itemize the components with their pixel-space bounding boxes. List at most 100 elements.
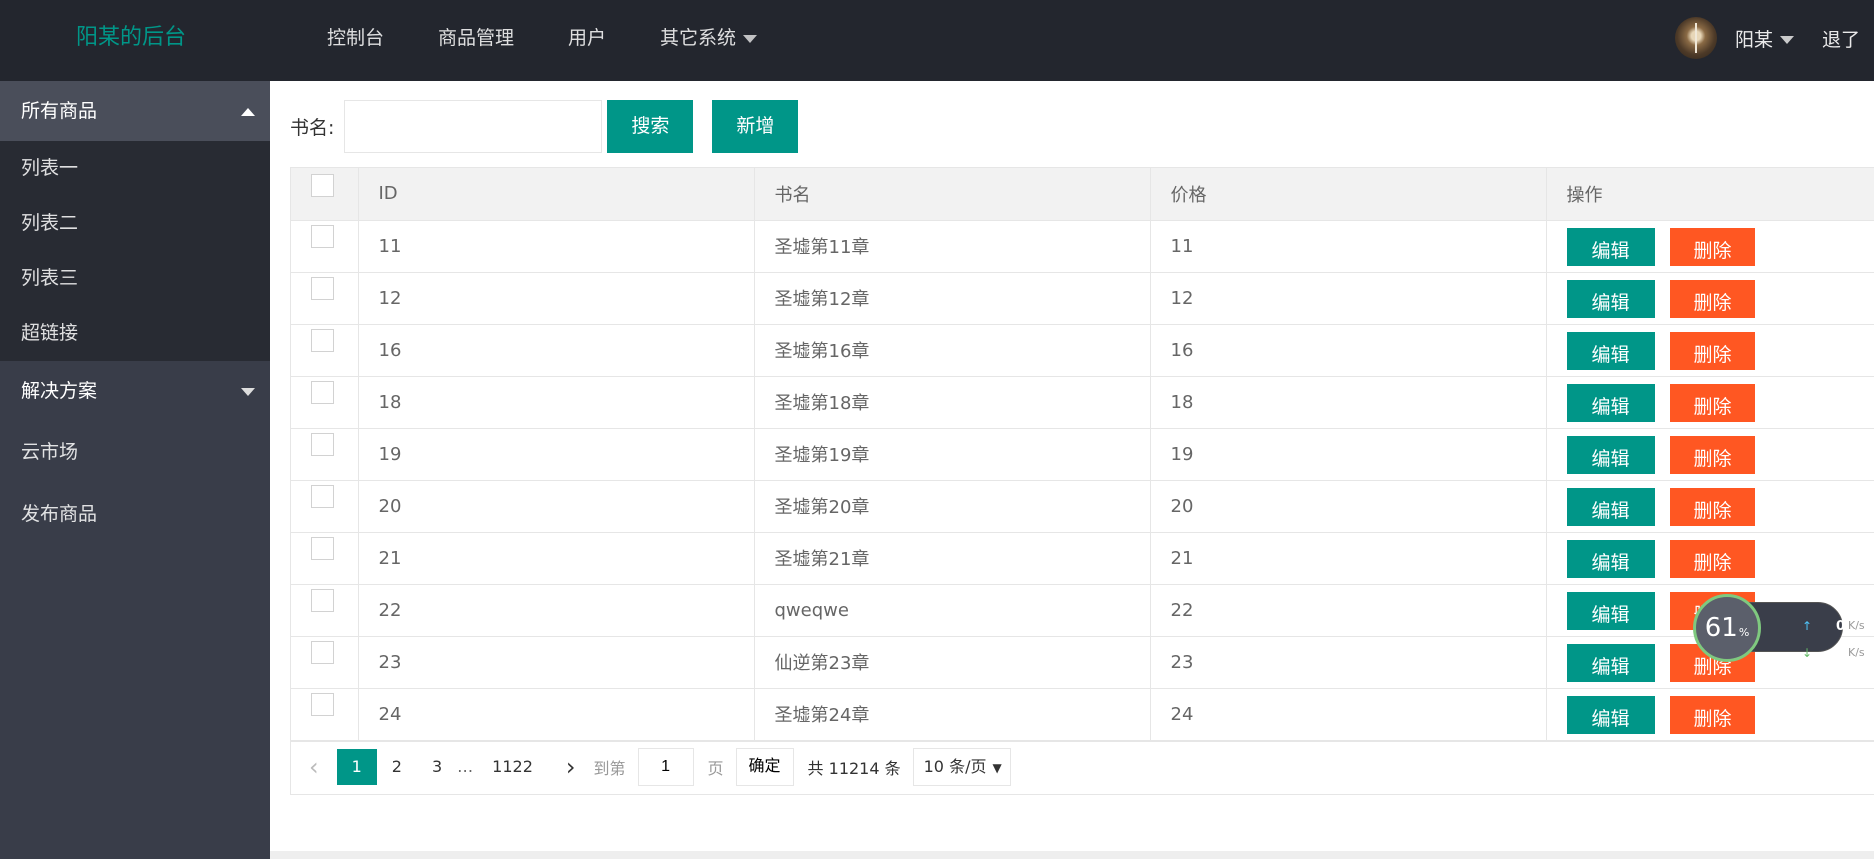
- sidebar-item-list1[interactable]: 列表一: [0, 141, 270, 196]
- page-2[interactable]: 2: [377, 749, 417, 785]
- search-button[interactable]: 搜索: [607, 100, 694, 153]
- page-last[interactable]: 1122: [477, 749, 548, 785]
- cell-name: 圣墟第24章: [754, 688, 1151, 741]
- row-checkbox[interactable]: [311, 224, 334, 248]
- cell-actions: 编辑删除: [1546, 324, 1874, 377]
- book-name-input[interactable]: [344, 100, 603, 153]
- select-all-checkbox[interactable]: [311, 174, 334, 197]
- edit-button[interactable]: 编辑: [1566, 591, 1655, 630]
- edit-button[interactable]: 编辑: [1566, 487, 1655, 526]
- nav-users[interactable]: 用户: [541, 0, 633, 76]
- cell-actions: 编辑删除: [1546, 220, 1874, 273]
- row-checkbox[interactable]: [311, 588, 334, 612]
- pagination: ‹ 1 2 3 … 1122 › 到第 页 确定 共 11214 条 10 条/…: [290, 739, 1874, 795]
- table-row: 12 圣墟第12章 12 编辑 删除: [291, 272, 1874, 325]
- app-logo[interactable]: 阳某的后台: [76, 0, 186, 76]
- confirm-page-button[interactable]: 确定: [735, 747, 794, 786]
- page-size-select[interactable]: 10 条/页 ▼: [912, 747, 1011, 786]
- cell-name: 圣墟第20章: [754, 480, 1151, 533]
- row-checkbox[interactable]: [311, 536, 334, 560]
- prev-page-icon[interactable]: ‹: [309, 749, 337, 785]
- table-header-row: ID 书名 价格 操作: [291, 168, 1874, 221]
- sidebar-group-label: 所有商品: [21, 100, 98, 122]
- user-menu[interactable]: 阳某: [1735, 25, 1794, 52]
- cell-price: 20: [1150, 480, 1547, 533]
- cell-name: 圣墟第11章: [754, 220, 1151, 273]
- nav-goods-management[interactable]: 商品管理: [411, 0, 541, 76]
- row-select-cell: [291, 376, 359, 429]
- cell-actions: 编辑删除: [1546, 480, 1874, 533]
- sidebar-item-publish-goods[interactable]: 发布商品: [0, 483, 270, 545]
- page-3[interactable]: 3: [417, 749, 457, 785]
- sidebar-group-solutions[interactable]: 解决方案: [0, 361, 270, 421]
- goto-page-input[interactable]: [637, 747, 694, 786]
- add-button[interactable]: 新增: [712, 100, 799, 153]
- row-checkbox[interactable]: [311, 328, 334, 352]
- row-checkbox[interactable]: [311, 484, 334, 508]
- total-count: 共 11214 条: [807, 758, 901, 778]
- cell-name: 圣墟第16章: [754, 324, 1151, 377]
- edit-button[interactable]: 编辑: [1566, 539, 1655, 578]
- row-checkbox[interactable]: [311, 640, 334, 664]
- top-nav: 控制台 商品管理 用户 其它系统: [300, 0, 784, 76]
- cell-id: 12: [358, 272, 755, 325]
- delete-button[interactable]: 删除: [1669, 487, 1755, 526]
- user-area: 阳某 退了: [1674, 0, 1874, 76]
- edit-button[interactable]: 编辑: [1566, 383, 1655, 422]
- delete-button[interactable]: 删除: [1669, 695, 1755, 734]
- row-checkbox[interactable]: [311, 432, 334, 456]
- network-speed-widget[interactable]: ↑ 0 K/s ↓ 0 K/s 61%: [1693, 594, 1865, 662]
- row-select-cell: [291, 220, 359, 273]
- nav-other-systems[interactable]: 其它系统: [633, 0, 784, 76]
- cell-id: 21: [358, 532, 755, 585]
- edit-button[interactable]: 编辑: [1566, 643, 1655, 682]
- row-checkbox[interactable]: [311, 380, 334, 404]
- header-name[interactable]: 书名: [754, 168, 1151, 221]
- header-id[interactable]: ID: [358, 168, 755, 221]
- row-select-cell: [291, 428, 359, 481]
- delete-button[interactable]: 删除: [1669, 383, 1755, 422]
- chevron-down-icon: [743, 34, 758, 43]
- delete-button[interactable]: 删除: [1669, 227, 1755, 266]
- edit-button[interactable]: 编辑: [1566, 227, 1655, 266]
- row-select-cell: [291, 272, 359, 325]
- edit-button[interactable]: 编辑: [1566, 695, 1655, 734]
- sidebar-item-hyperlink[interactable]: 超链接: [0, 306, 270, 361]
- table-body: 11 圣墟第11章 11 编辑 删除 12 圣墟第12章 12 编辑 删除 16 圣墟第16章 16 编辑…: [291, 220, 1874, 741]
- cell-id: 16: [358, 324, 755, 377]
- delete-button[interactable]: 删除: [1669, 331, 1755, 370]
- delete-button[interactable]: 删除: [1669, 435, 1755, 474]
- delete-button[interactable]: 删除: [1669, 539, 1755, 578]
- nav-console[interactable]: 控制台: [300, 0, 411, 76]
- sidebar-group-all-goods[interactable]: 所有商品: [0, 81, 270, 141]
- table-row: 21 圣墟第21章 21 编辑 删除: [291, 532, 1874, 585]
- cell-price: 19: [1150, 428, 1547, 481]
- row-checkbox[interactable]: [311, 276, 334, 300]
- sidebar-item-list3[interactable]: 列表三: [0, 251, 270, 306]
- cell-id: 20: [358, 480, 755, 533]
- table-row: 18 圣墟第18章 18 编辑 删除: [291, 376, 1874, 429]
- sidebar-item-list2[interactable]: 列表二: [0, 196, 270, 251]
- top-header: 阳某的后台 控制台 商品管理 用户 其它系统 阳某 退了: [0, 0, 1874, 81]
- header-price[interactable]: 价格: [1150, 168, 1547, 221]
- logout-link[interactable]: 退了: [1822, 25, 1860, 52]
- edit-button[interactable]: 编辑: [1566, 435, 1655, 474]
- table-row: 24 圣墟第24章 24 编辑 删除: [291, 688, 1874, 741]
- cell-actions: 编辑删除: [1546, 428, 1874, 481]
- row-checkbox[interactable]: [311, 692, 334, 716]
- cell-id: 22: [358, 584, 755, 637]
- table-row: 22qweqwe22编辑删除: [291, 584, 1874, 637]
- next-page-icon[interactable]: ›: [548, 749, 594, 785]
- header-actions: 操作: [1546, 168, 1874, 221]
- table-row: 16 圣墟第16章 16 编辑 删除: [291, 324, 1874, 377]
- page-1[interactable]: 1: [336, 748, 377, 785]
- main-content: 书名: 搜索 新增 ID 书名 价格 操作 11 圣墟第11章 11 编辑 删除 12 圣墟…: [270, 81, 1874, 859]
- edit-button[interactable]: 编辑: [1566, 279, 1655, 318]
- sidebar-submenu: 列表一 列表二 列表三 超链接: [0, 141, 270, 361]
- delete-button[interactable]: 删除: [1669, 279, 1755, 318]
- nav-other-systems-label: 其它系统: [660, 27, 737, 49]
- user-name: 阳某: [1734, 28, 1773, 51]
- edit-button[interactable]: 编辑: [1566, 331, 1655, 370]
- sidebar-item-cloud-market[interactable]: 云市场: [0, 421, 270, 483]
- avatar[interactable]: [1674, 17, 1717, 59]
